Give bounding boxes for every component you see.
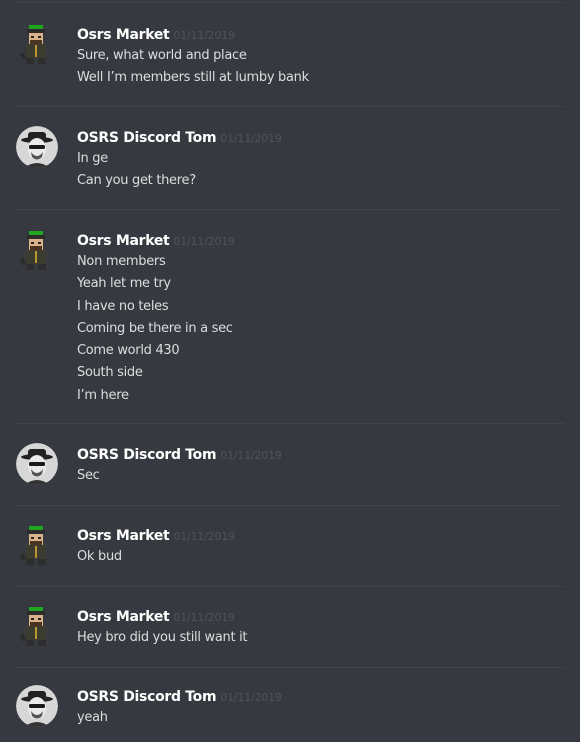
message-text: Hey bro did you still want it (77, 630, 248, 645)
message-text: Coming be there in a sec (77, 320, 233, 336)
message-text: In ge (77, 151, 108, 166)
message-divider (16, 667, 564, 668)
message-content: OSRS Discord Tom 01/11/2019 In ge Can you… (77, 126, 570, 193)
message-text: Well I’m members still at lumby bank (77, 70, 309, 86)
message-content: Osrs Market 01/11/2019 Non members Yeah l… (77, 229, 570, 407)
message-header: OSRS Discord Tom 01/11/2019 (77, 443, 570, 465)
chat-messages-pane[interactable]: Osrs Market 01/11/2019 Sure, what world a… (0, 0, 580, 742)
message-content: OSRS Discord Tom 01/11/2019 yeah (77, 685, 570, 729)
message-content: OSRS Discord Tom 01/11/2019 Sec (77, 443, 570, 487)
hat-and-sunglasses-man-avatar-icon[interactable] (16, 443, 58, 485)
hat-and-sunglasses-man-avatar-icon[interactable] (16, 685, 58, 727)
message-content: Osrs Market 01/11/2019 Sure, what world a… (77, 23, 570, 90)
username[interactable]: Osrs Market (77, 233, 170, 249)
green-haired-character-avatar-icon[interactable] (16, 524, 58, 566)
message-group: Osrs Market 01/11/2019 Non members Yeah l… (0, 229, 580, 424)
green-haired-character-avatar-icon[interactable] (16, 23, 58, 65)
message-header: Osrs Market 01/11/2019 (77, 229, 570, 251)
message-text: Ok bud (77, 549, 122, 564)
message-group: Osrs Market 01/11/2019 Ok bud (0, 524, 580, 587)
message-divider (16, 423, 564, 424)
message-text: Yeah let me try (77, 276, 171, 292)
timestamp: 01/11/2019 (173, 611, 235, 624)
message-divider (16, 106, 564, 107)
green-haired-character-avatar-icon[interactable] (16, 229, 58, 271)
timestamp: 01/11/2019 (173, 530, 235, 543)
message-header: OSRS Discord Tom 01/11/2019 (77, 126, 570, 148)
username[interactable]: Osrs Market (77, 609, 170, 625)
message-group: OSRS Discord Tom 01/11/2019 yeah (0, 685, 580, 742)
message-text: yeah (77, 710, 108, 725)
message-text: Can you get there? (77, 173, 196, 189)
message-text: Sec (77, 468, 100, 483)
username[interactable]: OSRS Discord Tom (77, 447, 217, 463)
timestamp: 01/11/2019 (220, 132, 282, 145)
message-header: Osrs Market 01/11/2019 (77, 605, 570, 627)
timestamp: 01/11/2019 (220, 449, 282, 462)
username[interactable]: OSRS Discord Tom (77, 130, 217, 146)
message-header: Osrs Market 01/11/2019 (77, 23, 570, 45)
username[interactable]: Osrs Market (77, 27, 170, 43)
message-header: Osrs Market 01/11/2019 (77, 524, 570, 546)
message-divider (16, 505, 564, 506)
timestamp: 01/11/2019 (173, 29, 235, 42)
message-group: Osrs Market 01/11/2019 Hey bro did you st… (0, 605, 580, 668)
message-group: OSRS Discord Tom 01/11/2019 In ge Can you… (0, 126, 580, 210)
message-text: Sure, what world and place (77, 48, 247, 63)
message-content: Osrs Market 01/11/2019 Ok bud (77, 524, 570, 568)
message-group: OSRS Discord Tom 01/11/2019 Sec (0, 443, 580, 506)
message-text: I have no teles (77, 298, 169, 314)
message-group: Osrs Market 01/11/2019 Sure, what world a… (0, 23, 580, 107)
message-divider (16, 586, 564, 587)
message-divider (16, 2, 564, 3)
hat-and-sunglasses-man-avatar-icon[interactable] (16, 126, 58, 168)
message-text: Come world 430 (77, 343, 180, 359)
message-header: OSRS Discord Tom 01/11/2019 (77, 685, 570, 707)
message-text: South side (77, 365, 143, 381)
timestamp: 01/11/2019 (220, 691, 282, 704)
message-text: I’m here (77, 387, 129, 403)
username[interactable]: OSRS Discord Tom (77, 689, 217, 705)
message-text: Non members (77, 254, 166, 269)
message-divider (16, 209, 564, 210)
username[interactable]: Osrs Market (77, 528, 170, 544)
green-haired-character-avatar-icon[interactable] (16, 605, 58, 647)
message-content: Osrs Market 01/11/2019 Hey bro did you st… (77, 605, 570, 649)
timestamp: 01/11/2019 (173, 235, 235, 248)
